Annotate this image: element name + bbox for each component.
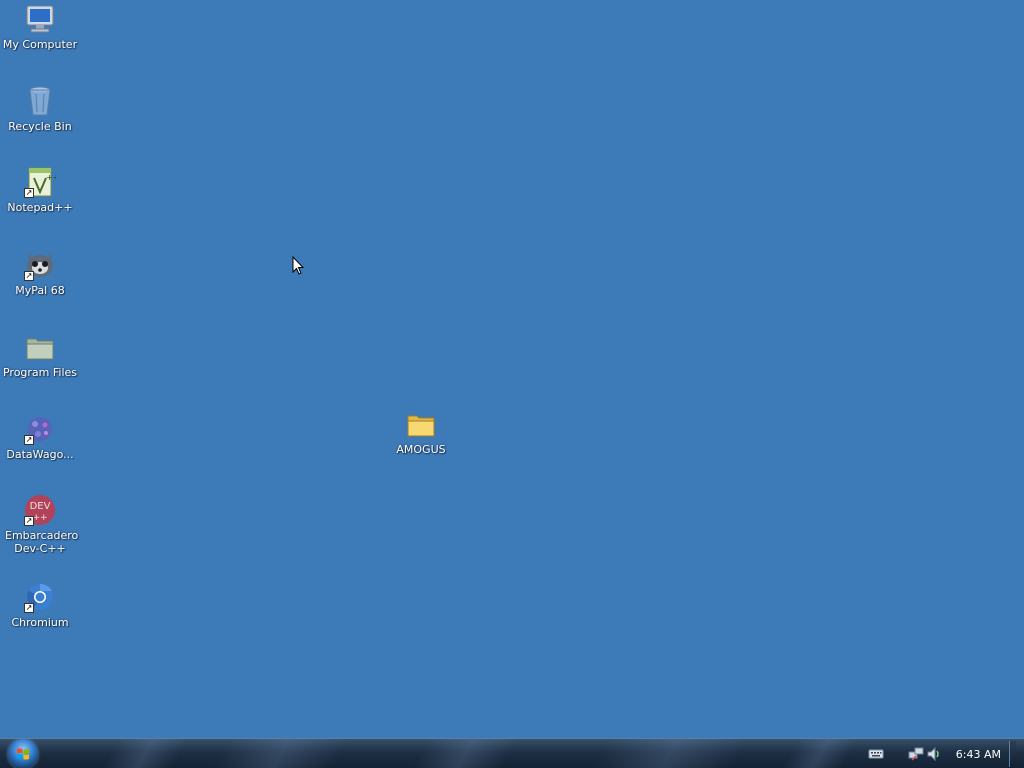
taskbar: 6:43 AM (0, 738, 1024, 768)
system-tray: 6:43 AM (862, 739, 1016, 768)
shortcut-arrow-icon: ↗ (24, 188, 34, 198)
desktop-icon-my-computer[interactable]: My Computer (1, 3, 79, 51)
chromium-icon: ↗ (24, 581, 56, 613)
windows-logo-icon (17, 748, 29, 760)
notepad-plus-plus-icon: ++ ↗ (24, 166, 56, 198)
shortcut-arrow-icon: ↗ (24, 435, 34, 445)
desktop-icon-datawagon[interactable]: ↗ DataWago... (1, 413, 79, 461)
desktop-icon-chromium[interactable]: ↗ Chromium (1, 581, 79, 629)
mouse-cursor-icon (292, 256, 304, 275)
desktop[interactable]: My Computer Recycle Bin ++ ↗ Notepad++ (0, 0, 1024, 738)
svg-text:++: ++ (32, 513, 47, 523)
desktop-icon-label: Embarcadero Dev-C++ (5, 529, 79, 555)
desktop-icon-label: My Computer (2, 38, 78, 51)
recycle-bin-icon (24, 85, 56, 117)
start-button[interactable] (8, 739, 38, 768)
computer-icon (24, 3, 56, 35)
desktop-icon-label: Notepad++ (7, 201, 73, 214)
shortcut-arrow-icon: ↗ (24, 516, 34, 526)
desktop-icon-amogus-folder[interactable]: AMOGUS (382, 408, 460, 456)
datawagon-icon: ↗ (24, 413, 56, 445)
desktop-icon-label: Chromium (11, 616, 69, 629)
desktop-icon-program-files[interactable]: Program Files (1, 331, 79, 379)
desktop-icon-label: Recycle Bin (8, 120, 72, 133)
keyboard-icon[interactable] (868, 746, 884, 762)
dev-badge-text: DEV (30, 501, 51, 512)
shortcut-arrow-icon: ↗ (24, 271, 34, 281)
desktop-icon-label: MyPal 68 (15, 284, 65, 297)
volume-icon[interactable] (926, 746, 942, 762)
show-desktop-button[interactable] (1009, 741, 1016, 767)
desktop-icon-label: DataWago... (6, 448, 74, 461)
desktop-icon-label: AMOGUS (396, 443, 446, 456)
desktop-icon-recycle-bin[interactable]: Recycle Bin (1, 85, 79, 133)
network-icon[interactable] (908, 746, 924, 762)
desktop-icon-notepad-plus-plus[interactable]: ++ ↗ Notepad++ (1, 166, 79, 214)
shortcut-arrow-icon: ↗ (24, 603, 34, 613)
taskbar-clock[interactable]: 6:43 AM (956, 748, 1001, 761)
dev-cpp-icon: DEV ++ ↗ (24, 494, 56, 526)
desktop-icon-mypal-68[interactable]: ↗ MyPal 68 (1, 249, 79, 297)
folder-icon (405, 408, 437, 440)
desktop-icon-dev-cpp[interactable]: DEV ++ ↗ Embarcadero Dev-C++ (1, 494, 79, 555)
folder-icon (24, 331, 56, 363)
mypal-browser-icon: ↗ (24, 249, 56, 281)
desktop-icon-label: Program Files (2, 366, 78, 379)
svg-text:++: ++ (46, 173, 56, 182)
